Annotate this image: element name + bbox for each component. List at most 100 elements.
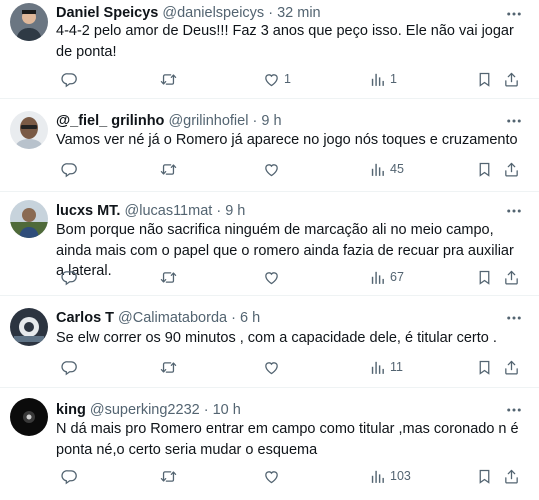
reply-button[interactable] (61, 267, 82, 287)
author-handle[interactable]: @grilinhofiel (168, 113, 248, 129)
tweet[interactable]: Daniel Speicys @danielspeicys · 32 min 4… (0, 0, 539, 99)
avatar[interactable] (10, 308, 48, 346)
reply-icon (61, 71, 78, 88)
like-icon (263, 161, 280, 178)
views-icon (369, 269, 386, 286)
timestamp[interactable]: 6 h (240, 310, 260, 326)
views-button[interactable]: 11 (369, 357, 403, 377)
separator: · (231, 310, 236, 326)
views-button[interactable]: 45 (369, 159, 404, 179)
timestamp[interactable]: 9 h (225, 203, 245, 219)
more-icon[interactable] (505, 112, 523, 130)
like-icon (263, 269, 280, 286)
retweet-button[interactable] (160, 69, 181, 89)
more-icon[interactable] (505, 309, 523, 327)
author-handle[interactable]: @lucas11mat (125, 203, 213, 219)
tweet-actions: 67 (56, 267, 529, 287)
views-icon (369, 161, 386, 178)
views-icon (369, 468, 386, 485)
share-icon (503, 269, 520, 286)
tweet-header: lucxs MT. @lucas11mat · 9 h (56, 202, 499, 220)
views-button[interactable]: 1 (369, 69, 397, 89)
author-name[interactable]: Daniel Speicys (56, 5, 158, 21)
views-count: 11 (390, 360, 403, 374)
retweet-icon (160, 468, 177, 485)
avatar[interactable] (10, 200, 48, 238)
share-button[interactable] (503, 466, 520, 486)
retweet-button[interactable] (160, 159, 181, 179)
like-button[interactable]: 1 (263, 69, 291, 89)
tweet-text: Vamos ver né já o Romero já aparece no j… (56, 132, 518, 148)
bookmark-button[interactable] (476, 69, 493, 89)
tweet[interactable]: @_fiel_ grilinho @grilinhofiel · 9 h Vam… (0, 99, 539, 192)
author-handle[interactable]: @superking2232 (90, 402, 200, 418)
more-icon[interactable] (505, 401, 523, 419)
like-button[interactable] (263, 159, 284, 179)
retweet-icon (160, 269, 177, 286)
retweet-button[interactable] (160, 357, 181, 377)
like-button[interactable] (263, 466, 284, 486)
reply-button[interactable] (61, 466, 82, 486)
tweet-header: king @superking2232 · 10 h (56, 401, 499, 419)
bookmark-icon (476, 359, 493, 376)
reply-button[interactable] (61, 159, 82, 179)
author-name[interactable]: king (56, 402, 86, 418)
share-button[interactable] (503, 267, 520, 287)
bookmark-button[interactable] (476, 357, 493, 377)
bookmark-button[interactable] (476, 267, 493, 287)
author-name[interactable]: Carlos T (56, 310, 114, 326)
views-count: 67 (390, 270, 404, 284)
author-name[interactable]: lucxs MT. (56, 203, 120, 219)
separator: · (268, 5, 274, 21)
author-handle[interactable]: @Calimataborda (118, 310, 227, 326)
avatar[interactable] (10, 3, 48, 41)
avatar[interactable] (10, 111, 48, 149)
like-count: 1 (284, 72, 291, 86)
views-count: 45 (390, 162, 404, 176)
share-button[interactable] (503, 159, 520, 179)
reply-icon (61, 269, 78, 286)
bookmark-icon (476, 269, 493, 286)
reply-button[interactable] (61, 69, 82, 89)
tweet-header: Carlos T @Calimataborda · 6 h (56, 309, 499, 327)
tweet-actions: 1 1 (56, 69, 529, 89)
like-icon (263, 468, 280, 485)
timestamp[interactable]: 32 min (277, 5, 321, 21)
like-button[interactable] (263, 267, 284, 287)
avatar[interactable] (10, 398, 48, 436)
tweet-header: @_fiel_ grilinho @grilinhofiel · 9 h (56, 112, 499, 130)
views-icon (369, 71, 386, 88)
tweet-text: N dá mais pro Romero entrar em campo com… (56, 421, 519, 458)
share-icon (503, 161, 520, 178)
timestamp[interactable]: 9 h (261, 113, 281, 129)
retweet-icon (160, 161, 177, 178)
author-handle[interactable]: @danielspeicys (162, 5, 264, 21)
author-name[interactable]: @_fiel_ grilinho (56, 113, 164, 129)
bookmark-icon (476, 161, 493, 178)
like-button[interactable] (263, 357, 284, 377)
bookmark-button[interactable] (476, 466, 493, 486)
tweet-text: 4-4-2 pelo amor de Deus!!! Faz 3 anos qu… (56, 23, 514, 60)
share-button[interactable] (503, 357, 520, 377)
bookmark-icon (476, 71, 493, 88)
share-button[interactable] (503, 69, 520, 89)
views-button[interactable]: 67 (369, 267, 404, 287)
more-icon[interactable] (505, 202, 523, 220)
views-button[interactable]: 103 (369, 466, 411, 486)
retweet-button[interactable] (160, 267, 181, 287)
tweet-header: Daniel Speicys @danielspeicys · 32 min (56, 4, 499, 22)
separator: · (252, 113, 258, 129)
like-icon (263, 71, 280, 88)
bookmark-button[interactable] (476, 159, 493, 179)
reply-icon (61, 468, 78, 485)
tweet[interactable]: Carlos T @Calimataborda · 6 h Se elw cor… (0, 296, 539, 388)
reply-icon (61, 161, 78, 178)
retweet-button[interactable] (160, 466, 181, 486)
tweet[interactable]: lucxs MT. @lucas11mat · 9 h Bom porque n… (0, 192, 539, 296)
bookmark-icon (476, 468, 493, 485)
tweet[interactable]: king @superking2232 · 10 h N dá mais pro… (0, 388, 539, 500)
share-icon (503, 359, 520, 376)
timestamp[interactable]: 10 h (213, 402, 241, 418)
separator: · (203, 402, 209, 418)
reply-button[interactable] (61, 357, 82, 377)
